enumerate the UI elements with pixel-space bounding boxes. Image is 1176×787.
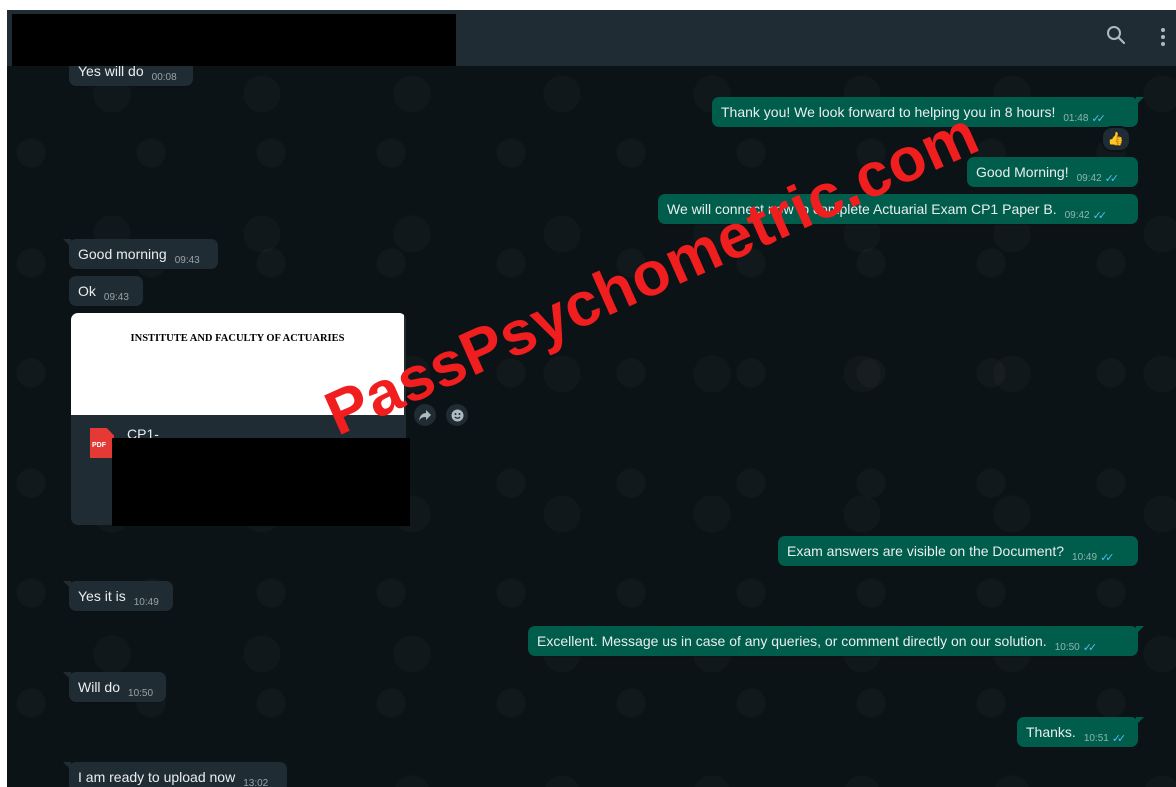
read-receipt-icon: ✓✓ [1111, 732, 1127, 745]
more-vertical-icon[interactable] [1159, 26, 1167, 53]
redacted-contact-name [12, 14, 456, 66]
message-text: Thanks. [1026, 724, 1076, 740]
message-text: Will do [78, 679, 121, 695]
message-time: 00:08 [151, 71, 177, 83]
chat-header [7, 10, 1176, 66]
message-text: Exam answers are visible on the Document… [787, 543, 1065, 559]
read-receipt-icon: ✓✓ [1091, 112, 1106, 125]
emoji-react-icon[interactable] [446, 404, 468, 426]
search-icon[interactable] [1105, 24, 1127, 51]
message-incoming[interactable]: I am ready to upload now 13:02 [63, 762, 287, 787]
message-time: 09:42 [1076, 172, 1102, 184]
message-text: Yes it is [78, 588, 126, 604]
message-time: 09:43 [174, 254, 200, 266]
message-time: 01:48 [1063, 112, 1089, 124]
message-time: 10:50 [128, 687, 154, 699]
message-time: 09:43 [103, 291, 129, 303]
message-incoming[interactable]: Ok 09:43 [69, 276, 143, 306]
read-receipt-icon: ✓✓ [1104, 172, 1120, 185]
read-receipt-icon: ✓✓ [1092, 209, 1108, 222]
message-text: I am ready to upload now [78, 769, 236, 785]
message-time: 09:42 [1064, 209, 1090, 221]
message-outgoing[interactable]: Exam answers are visible on the Document… [778, 536, 1138, 566]
chat-window: Yes will do 00:08 Thank you! We look for… [7, 10, 1176, 787]
read-receipt-icon: ✓✓ [1100, 551, 1115, 564]
message-outgoing[interactable]: Excellent. Message us in case of any que… [528, 626, 1144, 656]
thumbs-up-icon: 👍 [1107, 131, 1125, 146]
message-time: 10:51 [1083, 732, 1109, 744]
message-outgoing[interactable]: Thanks. 10:51 ✓✓ [1017, 717, 1144, 747]
message-incoming[interactable]: Will do 10:50 [63, 672, 166, 702]
message-text: Good Morning! [976, 164, 1069, 180]
redacted-file-details [112, 438, 410, 526]
message-text: Good morning [78, 246, 167, 262]
message-incoming[interactable]: Yes it is 10:49 [63, 581, 173, 611]
pdf-file-icon: PDF [90, 428, 114, 458]
reaction-badge[interactable]: 👍 [1101, 126, 1131, 152]
message-time: 10:50 [1054, 641, 1080, 653]
message-text: Excellent. Message us in case of any que… [537, 633, 1047, 649]
document-preview-heading: INSTITUTE AND FACULTY OF ACTUARIES [130, 333, 345, 344]
message-time: 10:49 [1072, 551, 1098, 563]
message-incoming[interactable]: Good morning 09:43 [63, 239, 218, 269]
message-text: Ok [78, 283, 96, 299]
read-receipt-icon: ✓✓ [1082, 641, 1098, 654]
message-time: 10:49 [133, 596, 159, 608]
message-time: 13:02 [243, 777, 269, 787]
message-outgoing[interactable]: Good Morning! 09:42 ✓✓ [967, 157, 1138, 187]
message-text: Thank you! We look forward to helping yo… [721, 104, 1056, 120]
